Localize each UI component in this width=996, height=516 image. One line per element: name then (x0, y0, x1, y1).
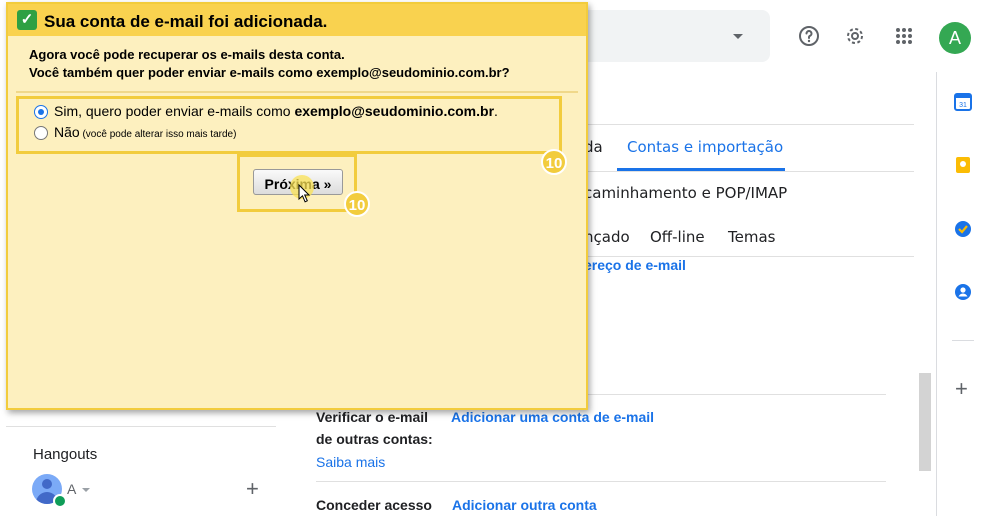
tasks-icon[interactable] (953, 219, 973, 239)
tab-accounts-import[interactable]: Contas e importação (627, 138, 783, 156)
keep-icon[interactable] (953, 155, 973, 175)
presence-status-icon (53, 494, 67, 508)
check-mail-label-line2: de outras contas: (316, 431, 433, 447)
learn-more-link[interactable]: Saiba mais (316, 454, 385, 470)
dialog-divider (16, 91, 578, 93)
search-options-icon[interactable] (733, 34, 743, 39)
divider-line (316, 481, 886, 482)
divider-line (584, 124, 914, 125)
hangouts-user-initial[interactable]: A (67, 481, 76, 497)
grant-access-label: Conceder acesso (316, 497, 432, 513)
step-badge-options: 10 (541, 149, 567, 175)
tab-forwarding-pop-imap[interactable]: caminhamento e POP/IMAP (584, 184, 787, 202)
contacts-icon[interactable] (953, 282, 973, 302)
calendar-icon[interactable]: 31 (953, 92, 973, 112)
add-another-account-link[interactable]: Adicionar outra conta (452, 497, 597, 513)
hangouts-title: Hangouts (33, 446, 98, 463)
divider-line (6, 426, 276, 427)
chevron-down-icon[interactable] (82, 488, 90, 492)
apps-grid-icon[interactable] (892, 24, 916, 48)
dialog-titlebar: ✓ Sua conta de e-mail foi adicionada. (8, 4, 586, 36)
add-mail-account-link[interactable]: Adicionar uma conta de e-mail (451, 409, 654, 425)
mouse-pointer-icon (298, 184, 311, 203)
options-highlight (16, 96, 562, 154)
add-email-address-link[interactable]: ereço de e-mail (584, 257, 686, 273)
side-panel-divider (936, 72, 937, 516)
account-avatar[interactable]: A (939, 22, 971, 54)
account-added-dialog: ✓ Sua conta de e-mail foi adicionada. Ag… (6, 2, 588, 410)
step-badge-next: 10 (344, 191, 370, 217)
add-addon-icon[interactable]: + (955, 378, 968, 400)
scrollbar-thumb[interactable] (919, 373, 931, 471)
tab-themes[interactable]: Temas (728, 228, 775, 246)
checkmark-icon: ✓ (17, 10, 37, 30)
divider-line (584, 171, 914, 172)
gear-icon[interactable] (843, 24, 867, 48)
side-panel-separator (952, 340, 974, 341)
check-mail-label: Verificar o e-mail (316, 409, 429, 425)
dialog-title: Sua conta de e-mail foi adicionada. (44, 12, 328, 31)
new-conversation-icon[interactable]: + (246, 478, 259, 500)
svg-text:31: 31 (959, 102, 967, 109)
dialog-message-line1: Agora você pode recuperar os e-mails des… (29, 47, 345, 62)
help-circle-icon[interactable] (797, 24, 821, 48)
tab-advanced[interactable]: nçado (584, 228, 630, 246)
tab-offline[interactable]: Off-line (650, 228, 705, 246)
dialog-message-line2: Você também quer poder enviar e-mails co… (29, 65, 510, 80)
